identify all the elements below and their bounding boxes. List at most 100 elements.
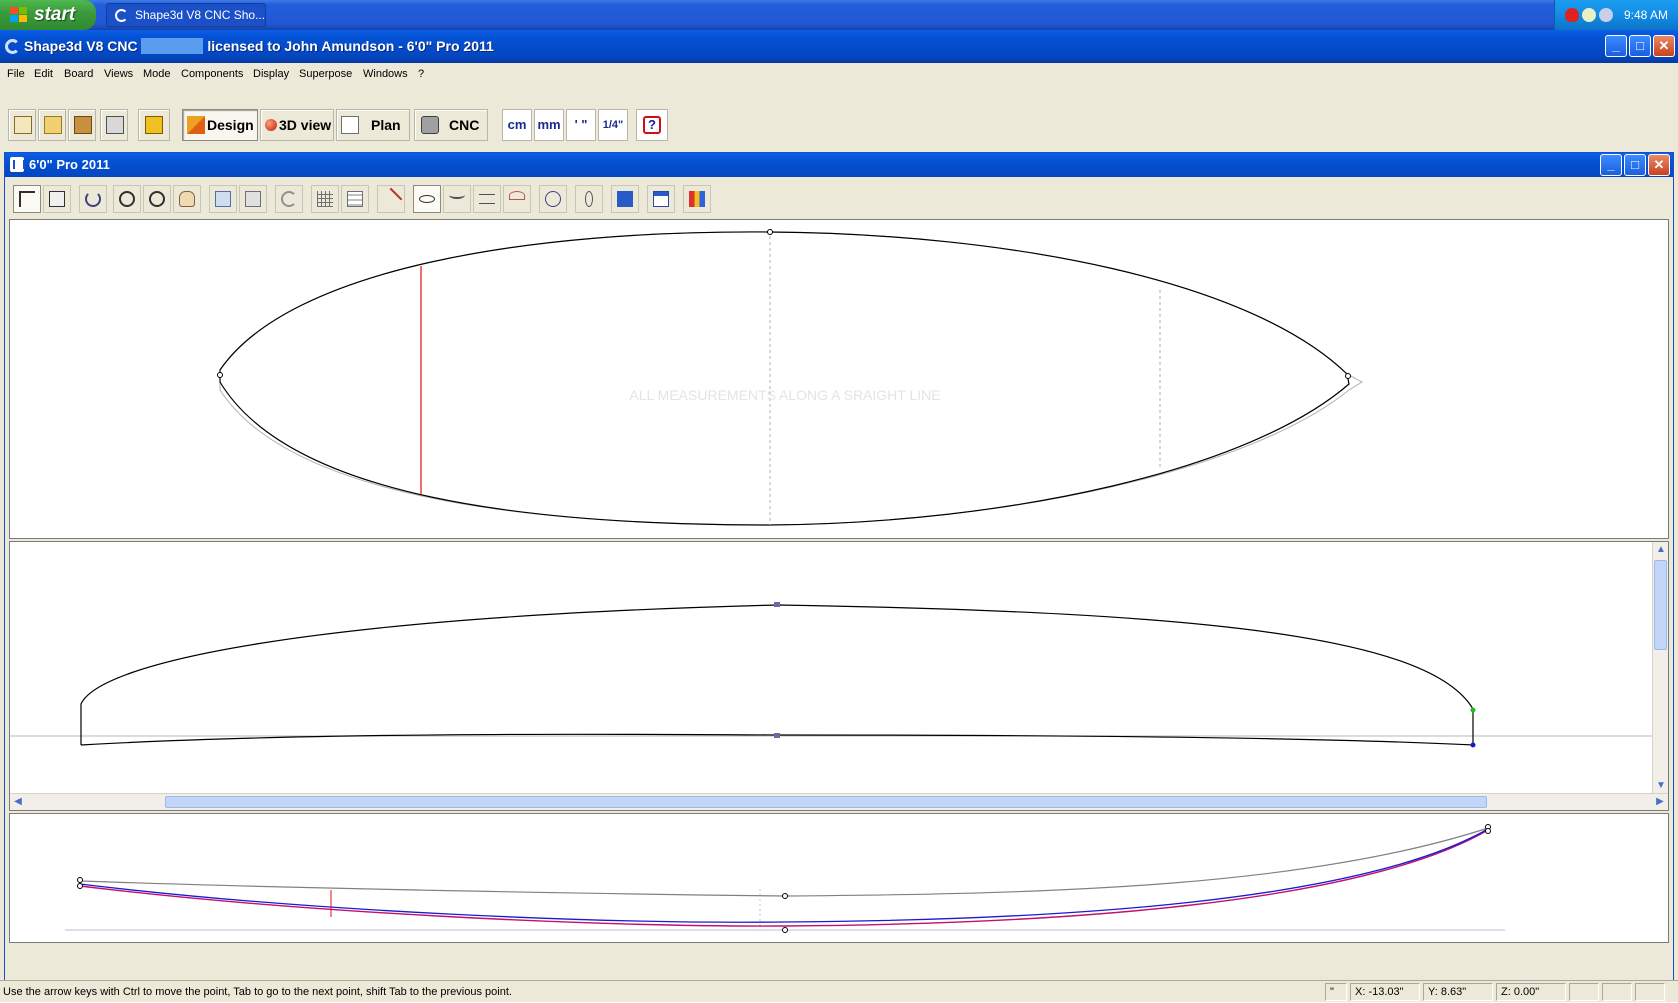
properties-button[interactable] xyxy=(647,185,675,213)
thickness-view-pane[interactable]: ▲ ▼ ◀ ▶ xyxy=(9,541,1669,811)
menu-components[interactable]: Components xyxy=(181,63,243,85)
section-icon xyxy=(509,191,525,200)
pan-tool[interactable] xyxy=(173,185,201,213)
globe-button[interactable] xyxy=(539,185,567,213)
unit-inch-fraction-button[interactable]: 1/4" xyxy=(598,109,628,141)
clock[interactable]: 9:48 AM xyxy=(1624,0,1668,30)
horizontal-scrollbar[interactable]: ◀ ▶ xyxy=(10,793,1668,810)
document-icon[interactable] xyxy=(10,157,25,172)
control-point[interactable] xyxy=(782,893,788,899)
scroll-down-arrow[interactable]: ▼ xyxy=(1654,779,1668,793)
outline-canvas[interactable]: ALL MEASUREMENTS ALONG A SRAIGHT LINE xyxy=(10,220,1669,539)
doc-minimize-button[interactable]: _ xyxy=(1600,154,1622,176)
view3d-mode-button[interactable]: 3D view xyxy=(260,109,334,141)
zoom-window-tool[interactable] xyxy=(113,185,141,213)
volume-icon[interactable] xyxy=(1599,8,1613,22)
control-point[interactable] xyxy=(782,927,788,933)
section-view-button[interactable] xyxy=(503,185,531,213)
control-point[interactable] xyxy=(77,877,83,883)
vertical-scroll-thumb[interactable] xyxy=(1654,560,1667,650)
undo-button[interactable] xyxy=(275,185,303,213)
zoom-tool[interactable] xyxy=(143,185,171,213)
app-titlebar[interactable]: Shape3d V8 CNC licensed to John Amundson… xyxy=(0,30,1678,63)
menu-display[interactable]: Display xyxy=(253,63,289,85)
board-top-view-button[interactable] xyxy=(575,185,603,213)
vertical-scrollbar[interactable]: ▲ ▼ xyxy=(1652,542,1668,794)
unit-mm-button[interactable]: mm xyxy=(534,109,564,141)
start-button[interactable]: start xyxy=(0,0,96,30)
design-mode-button[interactable]: Design xyxy=(182,109,258,141)
deck-curve[interactable] xyxy=(80,604,1474,745)
rocker-canvas[interactable] xyxy=(10,814,1669,943)
save-button[interactable] xyxy=(68,109,96,141)
outline-view-button[interactable] xyxy=(413,185,441,213)
help-button[interactable]: ? xyxy=(636,109,668,141)
close-button[interactable]: ✕ xyxy=(1653,35,1675,57)
open-button[interactable] xyxy=(38,109,66,141)
horizontal-scroll-thumb[interactable] xyxy=(165,796,1487,808)
deck-line-curve[interactable] xyxy=(79,827,1489,897)
menu-views[interactable]: Views xyxy=(104,63,133,85)
colors-button[interactable] xyxy=(683,185,711,213)
scroll-right-arrow[interactable]: ▶ xyxy=(1653,795,1667,809)
control-point[interactable] xyxy=(774,602,780,607)
menu-superpose[interactable]: Superpose xyxy=(299,63,352,85)
copy-button[interactable] xyxy=(209,185,237,213)
selected-control-point[interactable] xyxy=(1470,707,1476,713)
network-icon[interactable] xyxy=(1582,8,1596,22)
properties-window-icon xyxy=(653,191,669,207)
menu-windows[interactable]: Windows xyxy=(363,63,408,85)
maximize-button[interactable]: □ xyxy=(1629,35,1651,57)
scroll-up-arrow[interactable]: ▲ xyxy=(1654,543,1668,557)
control-point[interactable] xyxy=(77,883,83,889)
unit-inch-decimal-button[interactable]: ' " xyxy=(566,109,596,141)
minimize-button[interactable]: _ xyxy=(1605,35,1627,57)
app-title-prefix: Shape3d V8 CNC xyxy=(24,38,142,54)
cnc-mode-button[interactable]: CNC xyxy=(414,109,488,141)
menu-help[interactable]: ? xyxy=(418,63,424,85)
rocker-deck-curve[interactable] xyxy=(79,829,1489,927)
security-shield-icon[interactable] xyxy=(1565,8,1579,22)
slices-button[interactable] xyxy=(341,185,369,213)
bottom-curve[interactable] xyxy=(80,709,1474,746)
new-board-button[interactable] xyxy=(8,109,36,141)
paste-button[interactable] xyxy=(239,185,267,213)
control-point[interactable] xyxy=(774,733,780,738)
unit-cm-button[interactable]: cm xyxy=(502,109,532,141)
app-icon[interactable] xyxy=(5,39,20,54)
rocker-view-pane[interactable] xyxy=(9,813,1669,943)
measure-button[interactable] xyxy=(138,109,170,141)
control-point[interactable] xyxy=(1345,373,1351,379)
control-point[interactable] xyxy=(767,229,773,235)
rotate-tool[interactable] xyxy=(79,185,107,213)
doc-close-button[interactable]: ✕ xyxy=(1648,154,1670,176)
measure-tool[interactable] xyxy=(377,185,405,213)
control-point[interactable] xyxy=(217,372,223,378)
add-point-tool[interactable] xyxy=(43,185,71,213)
outline-icon xyxy=(419,195,435,203)
menu-file[interactable]: File xyxy=(7,63,25,85)
measurement-watermark: ALL MEASUREMENTS ALONG A SRAIGHT LINE xyxy=(629,387,940,403)
start-label: start xyxy=(34,4,76,25)
menu-board[interactable]: Board xyxy=(64,63,93,85)
taskbar-app-button[interactable]: Shape3d V8 CNC Sho... xyxy=(106,3,266,27)
doc-maximize-button[interactable]: □ xyxy=(1624,154,1646,176)
thickness-canvas[interactable] xyxy=(10,542,1654,794)
control-point[interactable] xyxy=(1485,828,1491,834)
outline-curve[interactable] xyxy=(219,231,1350,526)
plan-mode-button[interactable]: Plan xyxy=(336,109,410,141)
rocker-view-button[interactable] xyxy=(443,185,471,213)
system-tray: 9:48 AM xyxy=(1554,0,1678,30)
document-titlebar[interactable]: 6'0" Pro 2011 _ □ ✕ xyxy=(5,153,1673,177)
select-point-tool[interactable] xyxy=(13,185,41,213)
outline-view-pane[interactable]: ALL MEASUREMENTS ALONG A SRAIGHT LINE xyxy=(9,219,1669,539)
menu-mode[interactable]: Mode xyxy=(143,63,171,85)
rocker-bottom-curve[interactable] xyxy=(79,828,1489,923)
thickness-view-button[interactable] xyxy=(473,185,501,213)
control-point[interactable] xyxy=(1470,742,1476,748)
menu-edit[interactable]: Edit xyxy=(34,63,53,85)
symmetry-button[interactable] xyxy=(611,185,639,213)
scroll-left-arrow[interactable]: ◀ xyxy=(11,795,25,809)
grid-button[interactable] xyxy=(311,185,339,213)
print-button[interactable] xyxy=(100,109,128,141)
